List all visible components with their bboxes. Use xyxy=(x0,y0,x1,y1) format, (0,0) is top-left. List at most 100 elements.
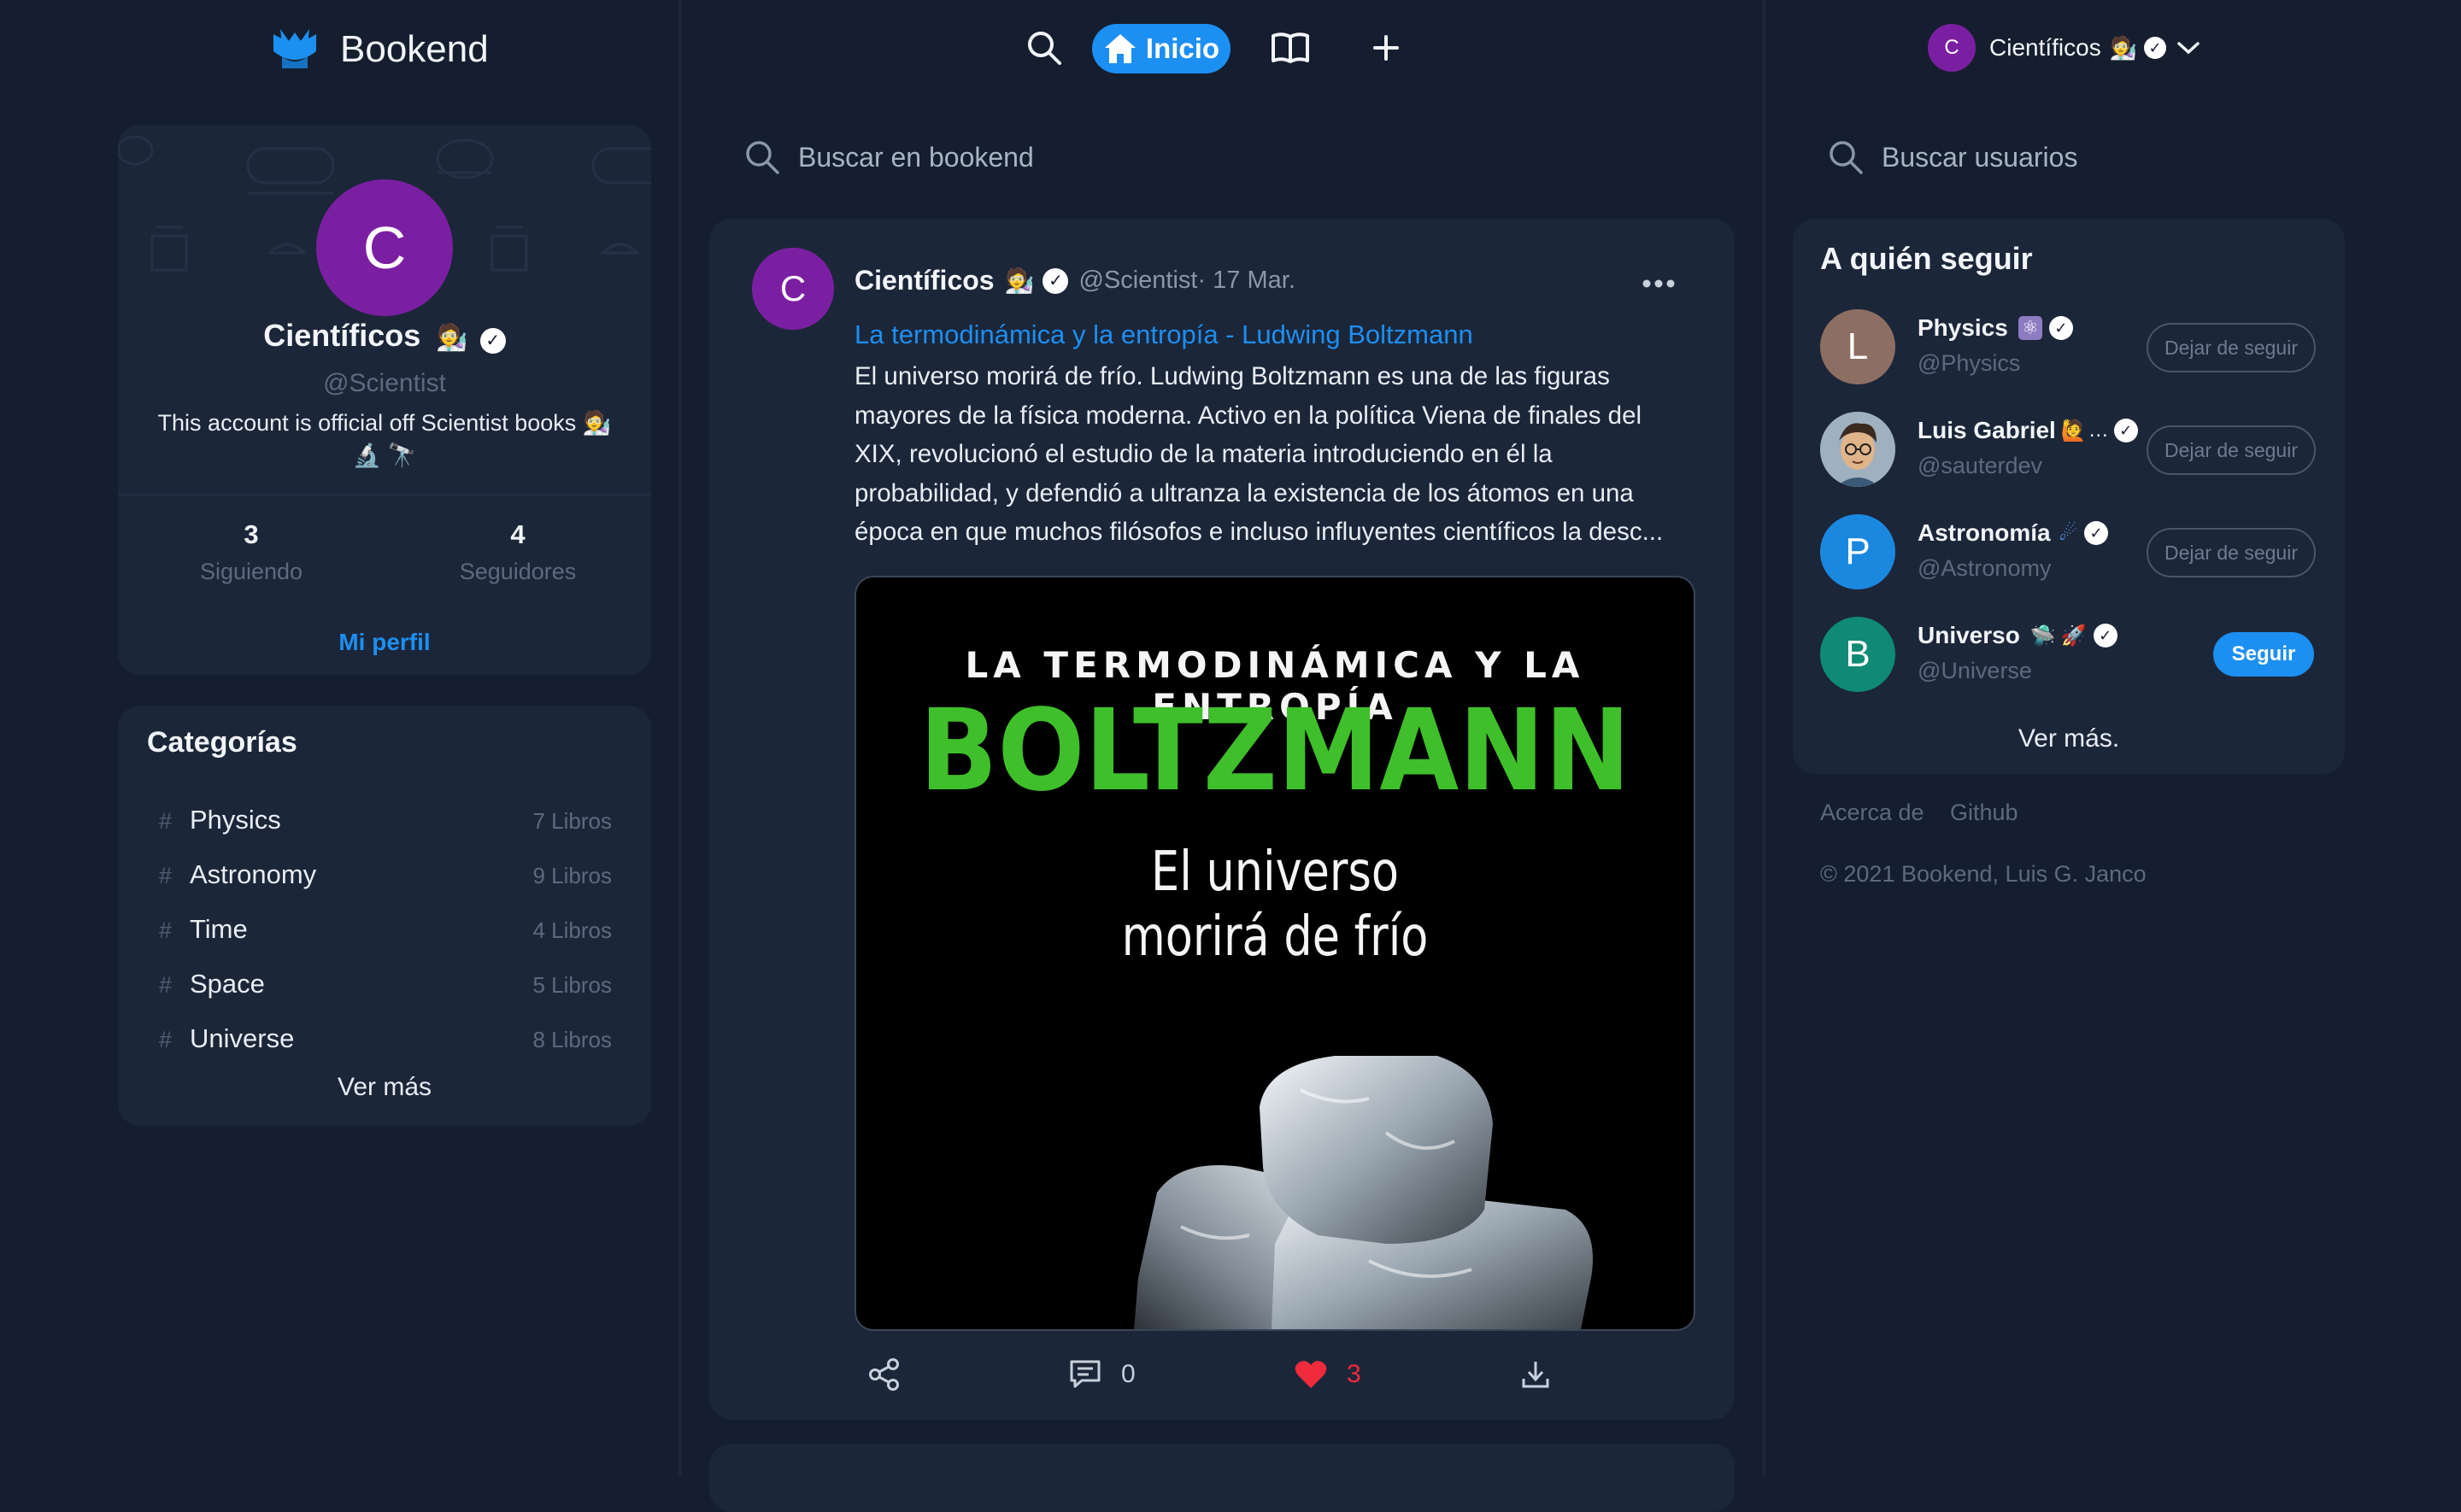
user-avatar[interactable]: B xyxy=(1820,617,1895,692)
library-nav-button[interactable] xyxy=(1268,26,1313,70)
category-name: Time xyxy=(190,914,248,944)
user-handle: @Astronomy xyxy=(1918,555,2052,581)
microscope-icon: 🔬 xyxy=(352,442,382,468)
download-button[interactable] xyxy=(1514,1353,1557,1396)
who-to-follow-more-link[interactable]: Ver más. xyxy=(1793,724,2345,753)
users-search-input[interactable]: Buscar usuarios xyxy=(1882,142,2077,173)
brand-logo[interactable]: Bookend xyxy=(268,24,489,75)
following-stat[interactable]: 3 Siguiendo xyxy=(166,519,337,585)
profile-avatar[interactable]: C xyxy=(316,179,453,316)
category-count: 7 Libros xyxy=(532,808,613,834)
cartoon-face-avatar-icon xyxy=(1820,412,1895,487)
category-count: 5 Libros xyxy=(532,972,613,998)
user-menu[interactable]: C Científicos 🧑‍🔬 ✓ xyxy=(1928,24,2200,72)
verified-icon: ✓ xyxy=(1043,267,1069,294)
category-name: Space xyxy=(190,969,265,999)
category-count: 9 Libros xyxy=(532,863,613,888)
unfollow-button[interactable]: Dejar de seguir xyxy=(2147,425,2316,475)
about-link[interactable]: Acerca de xyxy=(1820,800,1924,826)
followers-label: Seguidores xyxy=(459,559,577,584)
user-name: Luis Gabriel xyxy=(1918,417,2056,443)
unfollow-button[interactable]: Dejar de seguir xyxy=(2147,323,2316,372)
feed-search-bar[interactable]: Buscar en bookend xyxy=(743,133,1726,181)
profile-bio: This account is official off Scientist b… xyxy=(137,407,632,472)
following-label: Siguiendo xyxy=(199,559,303,584)
who-to-follow-card xyxy=(1793,219,2345,774)
user-handle: @Physics xyxy=(1918,350,2021,376)
user-avatar-initial: B xyxy=(1845,633,1871,675)
category-count: 4 Libros xyxy=(532,917,613,943)
categories-more-link[interactable]: Ver más xyxy=(118,1073,651,1102)
verified-icon: ✓ xyxy=(2144,37,2167,59)
left-divider xyxy=(678,0,682,1476)
user-name-row[interactable]: Astronomía ☄ ✓ xyxy=(1918,519,2109,547)
post-author-avatar[interactable]: C xyxy=(752,248,834,330)
brand-name: Bookend xyxy=(340,28,489,70)
users-search-bar[interactable]: Buscar usuarios xyxy=(1827,133,2340,181)
chevron-down-icon xyxy=(2177,42,2200,55)
category-item[interactable]: # Astronomy 9 Libros xyxy=(159,853,612,904)
followers-count: 4 xyxy=(510,519,526,549)
post-author-handle[interactable]: @Scientist· xyxy=(1078,267,1206,295)
category-item[interactable]: # Space 5 Libros xyxy=(159,962,612,1013)
hash-icon: # xyxy=(159,1027,173,1052)
verified-icon: ✓ xyxy=(2048,316,2073,340)
more-horizontal-icon xyxy=(1642,279,1675,288)
bookend-logo-icon xyxy=(268,26,321,73)
search-nav-button[interactable] xyxy=(1022,26,1066,70)
scientist-emoji-icon: 🧑‍🔬 xyxy=(1004,267,1035,294)
category-item[interactable]: # Physics 7 Libros xyxy=(159,798,612,849)
share-button[interactable] xyxy=(863,1353,906,1396)
post-cover-image[interactable]: LA TERMODINÁMICA Y LA ENTROPÍA BOLTZMANN… xyxy=(855,576,1695,1331)
like-count: 3 xyxy=(1347,1360,1361,1388)
next-post-card xyxy=(709,1444,1735,1512)
user-name-row[interactable]: Luis Gabriel 🙋 … ✓ xyxy=(1918,417,2138,444)
heart-icon xyxy=(1295,1361,1327,1388)
plus-icon xyxy=(1373,35,1399,61)
like-button[interactable]: 3 xyxy=(1294,1353,1361,1396)
category-item[interactable]: # Time 4 Libros xyxy=(159,907,612,958)
waving-emoji-icon: 🙋 xyxy=(2060,419,2087,442)
post-author-name[interactable]: Científicos xyxy=(855,265,995,296)
my-profile-link[interactable]: Mi perfil xyxy=(118,629,651,656)
user-menu-avatar: C xyxy=(1928,24,1976,72)
scientist-emoji-icon: 🧑‍🔬 xyxy=(2109,34,2138,61)
home-nav-button[interactable]: Inicio xyxy=(1092,24,1230,73)
user-avatar[interactable]: L xyxy=(1820,309,1895,384)
home-nav-label: Inicio xyxy=(1145,32,1220,64)
profile-divider xyxy=(118,494,651,496)
post-options-button[interactable] xyxy=(1637,267,1680,301)
category-count: 8 Libros xyxy=(532,1027,613,1052)
comment-button[interactable]: 0 xyxy=(1068,1353,1136,1396)
verified-icon: ✓ xyxy=(479,327,506,354)
profile-bio-text: This account is official off Scientist b… xyxy=(157,410,577,436)
user-name-row[interactable]: Physics ⚛ ✓ xyxy=(1918,314,2073,342)
hash-icon: # xyxy=(159,863,173,888)
unfollow-button[interactable]: Dejar de seguir xyxy=(2147,528,2316,577)
post-author-initial: C xyxy=(779,268,807,308)
github-link[interactable]: Github xyxy=(1950,800,2018,826)
followers-stat[interactable]: 4 Seguidores xyxy=(432,519,603,585)
user-avatar[interactable] xyxy=(1820,412,1895,487)
post-title-link[interactable]: La termodinámica y la entropía - Ludwing… xyxy=(855,319,1473,350)
copyright-text: © 2021 Bookend, Luis G. Janco xyxy=(1820,861,2147,887)
post-date: 17 Mar. xyxy=(1213,267,1295,294)
user-avatar[interactable]: P xyxy=(1820,514,1895,589)
who-to-follow-title: A quién seguir xyxy=(1820,241,2033,276)
scientist-emoji-icon: 🧑‍🔬 xyxy=(436,324,468,352)
profile-name-row[interactable]: Científicos 🧑‍🔬 ✓ xyxy=(118,318,651,354)
atom-icon: ⚛ xyxy=(2018,316,2042,340)
category-item[interactable]: # Universe 8 Libros xyxy=(159,1017,612,1068)
feed-search-input[interactable]: Buscar en bookend xyxy=(798,142,1034,173)
comet-icon: ☄ xyxy=(2059,521,2078,545)
follow-button[interactable]: Seguir xyxy=(2213,632,2314,677)
post-header: Científicos 🧑‍🔬 ✓ @Scientist· 17 Mar. xyxy=(855,265,1295,296)
category-name: Physics xyxy=(190,805,281,835)
scientist-emoji-icon: 🧑‍🔬 xyxy=(582,410,612,436)
user-name-row[interactable]: Universo 🛸 🚀 ✓ xyxy=(1918,622,2117,649)
profile-handle: @Scientist xyxy=(323,369,446,397)
post-body: El universo morirá de frío. Ludwing Bolt… xyxy=(855,362,1664,546)
add-post-button[interactable] xyxy=(1364,26,1408,70)
category-name: Universe xyxy=(190,1023,295,1053)
user-handle: @Universe xyxy=(1918,658,2032,683)
